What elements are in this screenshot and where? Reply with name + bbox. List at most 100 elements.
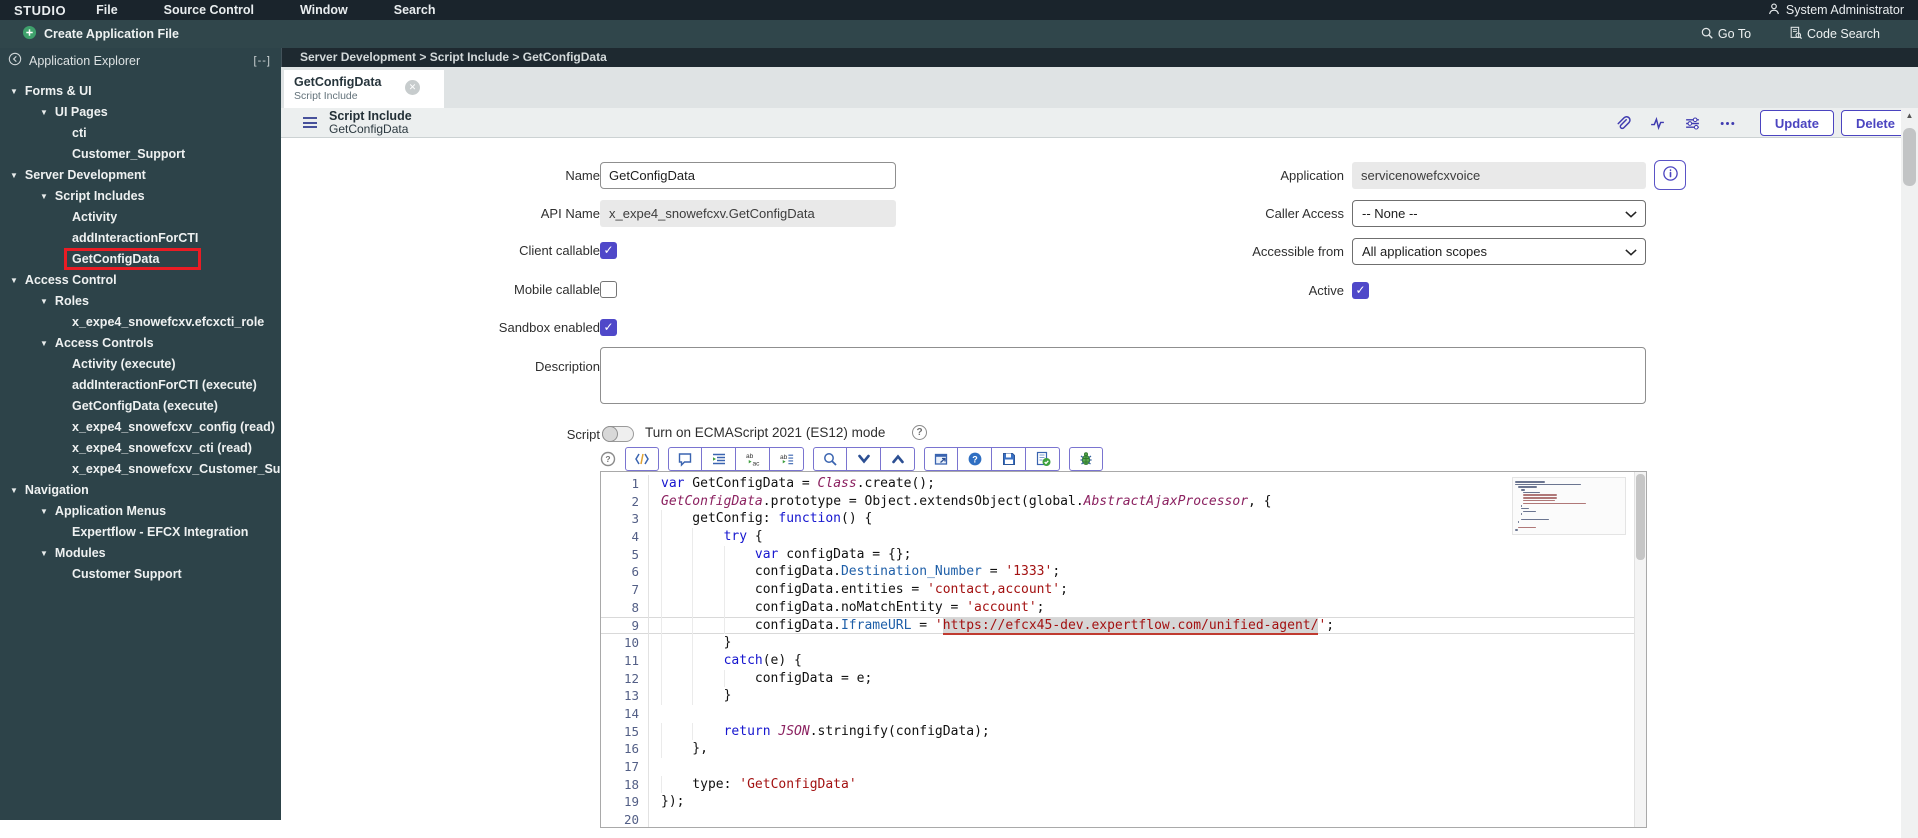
- mobile-callable-checkbox[interactable]: [600, 281, 617, 298]
- code-line[interactable]: 13}: [601, 687, 1634, 705]
- tree-item[interactable]: Activity (execute): [0, 354, 281, 375]
- tree-item[interactable]: addInteractionForCTI (execute): [0, 375, 281, 396]
- personalize-form-icon[interactable]: [1684, 115, 1701, 132]
- tree-item[interactable]: ▼UI Pages: [0, 102, 281, 123]
- client-callable-checkbox[interactable]: ✓: [600, 242, 617, 259]
- editor-save-button[interactable]: [992, 447, 1026, 471]
- collapse-panel-icon[interactable]: [0, 52, 29, 69]
- code-line[interactable]: 8configData.noMatchEntity = 'account';: [601, 599, 1634, 617]
- expand-caret-icon[interactable]: ▼: [10, 480, 18, 501]
- active-checkbox[interactable]: ✓: [1352, 282, 1369, 299]
- more-options-icon[interactable]: [1719, 115, 1736, 132]
- code-line[interactable]: 11catch(e) {: [601, 652, 1634, 670]
- code-line[interactable]: 12configData = e;: [601, 670, 1634, 688]
- expand-caret-icon[interactable]: ▼: [10, 165, 18, 186]
- expand-caret-icon[interactable]: ▼: [40, 186, 48, 207]
- code-line[interactable]: 6configData.Destination_Number = '1333';: [601, 563, 1634, 581]
- editor-replace-button[interactable]: abac: [736, 447, 770, 471]
- collapse-all-button[interactable]: [--]: [254, 55, 271, 67]
- tree-item[interactable]: ▼Roles: [0, 291, 281, 312]
- update-button[interactable]: Update: [1760, 110, 1834, 136]
- expand-caret-icon[interactable]: ▼: [40, 501, 48, 522]
- expand-caret-icon[interactable]: ▼: [40, 333, 48, 354]
- attachment-icon[interactable]: [1614, 115, 1631, 132]
- editor-debug-button[interactable]: [1069, 447, 1103, 471]
- tree-item[interactable]: Activity: [0, 207, 281, 228]
- code-line[interactable]: 2GetConfigData.prototype = Object.extend…: [601, 493, 1634, 511]
- code-line[interactable]: 18type: 'GetConfigData': [601, 776, 1634, 794]
- menu-source-control[interactable]: Source Control: [164, 3, 254, 17]
- code-line[interactable]: 19});: [601, 793, 1634, 811]
- description-textarea[interactable]: [600, 347, 1646, 404]
- code-line[interactable]: 16},: [601, 740, 1634, 758]
- editor-comment-button[interactable]: [668, 447, 702, 471]
- page-scrollbar[interactable]: ▲: [1901, 108, 1918, 838]
- sandbox-enabled-checkbox[interactable]: ✓: [600, 319, 617, 336]
- es12-help-icon[interactable]: ?: [912, 425, 927, 440]
- code-line[interactable]: 7configData.entities = 'contact,account'…: [601, 581, 1634, 599]
- code-line[interactable]: 10}: [601, 634, 1634, 652]
- tree-item[interactable]: Expertflow - EFCX Integration: [0, 522, 281, 543]
- name-input[interactable]: [600, 162, 896, 189]
- tree-item[interactable]: ▼Forms & UI: [0, 81, 281, 102]
- editor-syntax-check-button[interactable]: [1026, 447, 1060, 471]
- delete-button[interactable]: Delete: [1841, 110, 1910, 136]
- editor-format-code-button[interactable]: [625, 447, 659, 471]
- editor-search-button[interactable]: [813, 447, 847, 471]
- tree-item[interactable]: x_expe4_snowefcxv_cti (read): [0, 438, 281, 459]
- go-to-button[interactable]: Go To: [1700, 26, 1751, 43]
- editor-replace-all-button[interactable]: ab: [770, 447, 804, 471]
- tree-item[interactable]: ▼Access Control: [0, 270, 281, 291]
- editor-find-next-button[interactable]: [847, 447, 881, 471]
- tree-item[interactable]: x_expe4_snowefcxv_Customer_Support (r: [0, 459, 281, 480]
- es12-mode-toggle[interactable]: [602, 426, 634, 442]
- editor-format-lines-button[interactable]: [702, 447, 736, 471]
- scroll-up-icon[interactable]: ▲: [1901, 108, 1918, 124]
- tree-item[interactable]: x_expe4_snowefcxv.efcxcti_role: [0, 312, 281, 333]
- tree-item[interactable]: ▼Navigation: [0, 480, 281, 501]
- caller-access-select[interactable]: -- None --: [1352, 200, 1646, 227]
- tree-item[interactable]: cti: [0, 123, 281, 144]
- code-line[interactable]: 9configData.IframeURL = 'https://efcx45-…: [601, 617, 1634, 635]
- tree-item[interactable]: Customer_Support: [0, 144, 281, 165]
- code-line[interactable]: 15return JSON.stringify(configData);: [601, 723, 1634, 741]
- script-editor[interactable]: 1var GetConfigData = Class.create();2Get…: [600, 471, 1647, 828]
- activity-stream-icon[interactable]: [1649, 115, 1666, 132]
- tree-item[interactable]: ▼Server Development: [0, 165, 281, 186]
- code-line[interactable]: 1var GetConfigData = Class.create();: [601, 475, 1634, 493]
- tree-item[interactable]: ▼Script Includes: [0, 186, 281, 207]
- user-menu[interactable]: System Administrator: [1767, 2, 1904, 19]
- expand-caret-icon[interactable]: ▼: [40, 102, 48, 123]
- application-info-button[interactable]: [1654, 160, 1686, 190]
- editor-find-previous-button[interactable]: [881, 447, 915, 471]
- code-line[interactable]: 20: [601, 811, 1634, 828]
- editor-help-icon[interactable]: ?: [600, 451, 616, 467]
- editor-scrollbar-thumb[interactable]: [1636, 474, 1645, 560]
- menu-file[interactable]: File: [96, 3, 118, 17]
- create-application-file-button[interactable]: Create Application File: [22, 25, 179, 43]
- menu-search[interactable]: Search: [394, 3, 436, 17]
- code-search-button[interactable]: Code Search: [1789, 26, 1880, 43]
- close-tab-icon[interactable]: ✕: [405, 80, 420, 95]
- tree-item[interactable]: ▼Application Menus: [0, 501, 281, 522]
- code-line[interactable]: 4try {: [601, 528, 1634, 546]
- tree-item[interactable]: ▼Access Controls: [0, 333, 281, 354]
- code-line[interactable]: 5var configData = {};: [601, 546, 1634, 564]
- expand-caret-icon[interactable]: ▼: [10, 81, 18, 102]
- tree-item[interactable]: GetConfigData (execute): [0, 396, 281, 417]
- tree-item[interactable]: Customer Support: [0, 564, 281, 585]
- tree-item[interactable]: GetConfigData: [0, 249, 281, 270]
- menu-window[interactable]: Window: [300, 3, 348, 17]
- code-line[interactable]: 17: [601, 758, 1634, 776]
- code-line[interactable]: 14: [601, 705, 1634, 723]
- code-line[interactable]: 3getConfig: function() {: [601, 510, 1634, 528]
- tree-item[interactable]: ▼Modules: [0, 543, 281, 564]
- expand-caret-icon[interactable]: ▼: [10, 270, 18, 291]
- tab-getconfigdata[interactable]: GetConfigData Script Include ✕: [284, 70, 444, 108]
- expand-caret-icon[interactable]: ▼: [40, 291, 48, 312]
- accessible-from-select[interactable]: All application scopes: [1352, 238, 1646, 265]
- editor-help-reference-button[interactable]: ?: [958, 447, 992, 471]
- form-context-menu-icon[interactable]: [303, 117, 317, 129]
- tree-item[interactable]: addInteractionForCTI: [0, 228, 281, 249]
- editor-scrollbar[interactable]: [1634, 472, 1646, 827]
